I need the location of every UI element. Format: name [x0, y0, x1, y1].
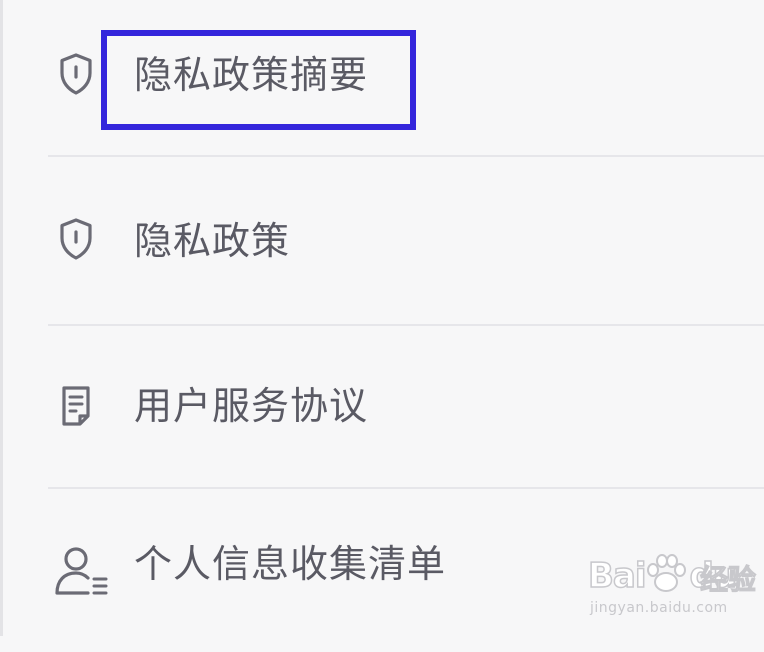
list-item-privacy-summary[interactable]: 隐私政策摘要	[0, 0, 764, 163]
list-item-label: 个人信息收集清单	[134, 542, 447, 586]
paw-icon	[647, 554, 686, 592]
list-item-label: 隐私政策	[134, 219, 291, 263]
document-icon	[62, 386, 90, 426]
list-item-user-agreement[interactable]: 用户服务协议	[0, 326, 764, 489]
list-item-label: 隐私政策摘要	[134, 53, 369, 97]
watermark-name: 经验	[699, 563, 757, 597]
divider	[48, 155, 764, 157]
watermark-url: jingyan.baidu.com	[590, 600, 728, 616]
baidu-jingyan-watermark: Bai du 经验 jingyan.baidu.com	[587, 548, 764, 628]
list-item-label: 用户服务协议	[134, 384, 369, 428]
shield-icon	[60, 53, 92, 95]
list-item-privacy-policy[interactable]: 隐私政策	[0, 163, 764, 326]
user-info-icon	[55, 547, 108, 595]
shield-icon	[60, 218, 92, 260]
